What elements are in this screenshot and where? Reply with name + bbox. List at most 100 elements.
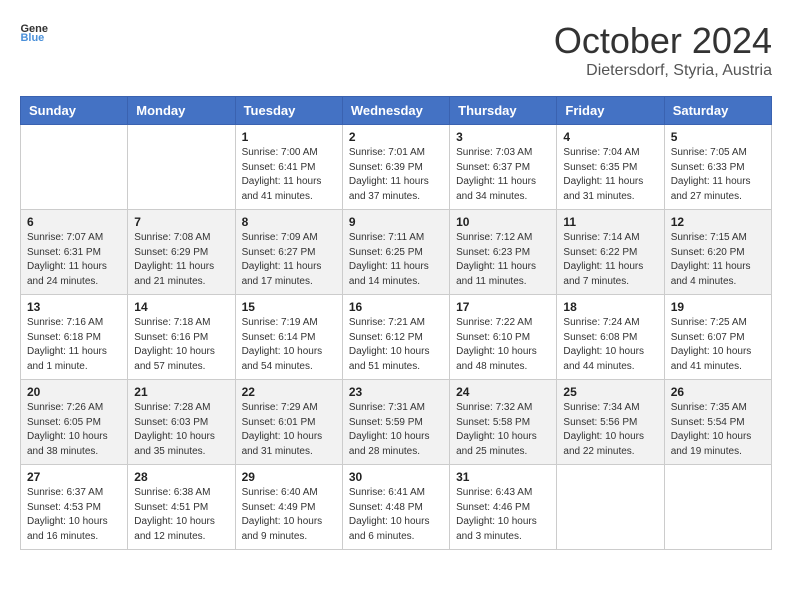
week-row-4: 20 Sunrise: 7:26 AM Sunset: 6:05 PM Dayli… [21, 380, 772, 465]
logo: General Blue [20, 20, 48, 42]
calendar-cell: 25Sunrise: 7:34 AM Sunset: 5:56 PM Dayli… [557, 380, 664, 465]
calendar-cell: 2 Sunrise: 7:01 AM Sunset: 6:39 PM Daylig… [342, 125, 449, 210]
day-info: Sunrise: 7:11 AM Sunset: 6:25 PM Dayligh… [349, 231, 443, 289]
week-row-3: 13 Sunrise: 7:16 AM Sunset: 6:18 PM Dayli… [21, 295, 772, 380]
day-number: 10 [456, 215, 550, 229]
calendar-cell: 15Sunrise: 7:19 AM Sunset: 6:14 PM Dayli… [235, 295, 342, 380]
calendar-cell [557, 465, 664, 550]
weekday-header-tuesday: Tuesday [235, 97, 342, 125]
day-number: 31 [456, 470, 550, 484]
day-info: Sunrise: 7:16 AM Sunset: 6:18 PM Dayligh… [27, 316, 121, 374]
day-number: 24 [456, 385, 550, 399]
day-info: Sunrise: 7:28 AM Sunset: 6:03 PM Dayligh… [134, 401, 228, 459]
calendar-cell: 21 Sunrise: 7:28 AM Sunset: 6:03 PM Dayli… [128, 380, 235, 465]
weekday-header-sunday: Sunday [21, 97, 128, 125]
day-number: 8 [242, 215, 336, 229]
day-info: Sunrise: 7:14 AM Sunset: 6:22 PM Dayligh… [563, 231, 657, 289]
calendar-cell: 19Sunrise: 7:25 AM Sunset: 6:07 PM Dayli… [664, 295, 771, 380]
day-info: Sunrise: 7:09 AM Sunset: 6:27 PM Dayligh… [242, 231, 336, 289]
calendar-cell: 20 Sunrise: 7:26 AM Sunset: 6:05 PM Dayli… [21, 380, 128, 465]
day-number: 14 [134, 300, 228, 314]
calendar-cell: 14Sunrise: 7:18 AM Sunset: 6:16 PM Dayli… [128, 295, 235, 380]
day-number: 7 [134, 215, 228, 229]
calendar-cell: 8 Sunrise: 7:09 AM Sunset: 6:27 PM Daylig… [235, 210, 342, 295]
calendar-cell [664, 465, 771, 550]
calendar-cell: 17 Sunrise: 7:22 AM Sunset: 6:10 PM Dayli… [450, 295, 557, 380]
week-row-5: 27Sunrise: 6:37 AM Sunset: 4:53 PM Dayli… [21, 465, 772, 550]
calendar-cell: 6 Sunrise: 7:07 AM Sunset: 6:31 PM Daylig… [21, 210, 128, 295]
day-info: Sunrise: 7:08 AM Sunset: 6:29 PM Dayligh… [134, 231, 228, 289]
weekday-header-wednesday: Wednesday [342, 97, 449, 125]
day-number: 20 [27, 385, 121, 399]
week-row-1: 1 Sunrise: 7:00 AM Sunset: 6:41 PM Daylig… [21, 125, 772, 210]
day-number: 5 [671, 130, 765, 144]
day-info: Sunrise: 7:00 AM Sunset: 6:41 PM Dayligh… [242, 146, 336, 204]
calendar-cell: 27Sunrise: 6:37 AM Sunset: 4:53 PM Dayli… [21, 465, 128, 550]
month-title: October 2024 [554, 20, 772, 62]
weekday-header-saturday: Saturday [664, 97, 771, 125]
calendar-cell [128, 125, 235, 210]
day-number: 18 [563, 300, 657, 314]
day-info: Sunrise: 7:19 AM Sunset: 6:14 PM Dayligh… [242, 316, 336, 374]
day-info: Sunrise: 7:12 AM Sunset: 6:23 PM Dayligh… [456, 231, 550, 289]
day-number: 30 [349, 470, 443, 484]
day-info: Sunrise: 7:26 AM Sunset: 6:05 PM Dayligh… [27, 401, 121, 459]
calendar-cell: 1 Sunrise: 7:00 AM Sunset: 6:41 PM Daylig… [235, 125, 342, 210]
day-info: Sunrise: 6:43 AM Sunset: 4:46 PM Dayligh… [456, 486, 550, 544]
day-info: Sunrise: 7:35 AM Sunset: 5:54 PM Dayligh… [671, 401, 765, 459]
weekday-header-monday: Monday [128, 97, 235, 125]
day-number: 1 [242, 130, 336, 144]
calendar-cell: 13 Sunrise: 7:16 AM Sunset: 6:18 PM Dayli… [21, 295, 128, 380]
weekday-header-friday: Friday [557, 97, 664, 125]
day-info: Sunrise: 7:15 AM Sunset: 6:20 PM Dayligh… [671, 231, 765, 289]
day-number: 16 [349, 300, 443, 314]
calendar-cell: 22Sunrise: 7:29 AM Sunset: 6:01 PM Dayli… [235, 380, 342, 465]
day-info: Sunrise: 7:29 AM Sunset: 6:01 PM Dayligh… [242, 401, 336, 459]
day-info: Sunrise: 7:07 AM Sunset: 6:31 PM Dayligh… [27, 231, 121, 289]
day-number: 3 [456, 130, 550, 144]
calendar-cell: 23 Sunrise: 7:31 AM Sunset: 5:59 PM Dayli… [342, 380, 449, 465]
day-number: 26 [671, 385, 765, 399]
day-info: Sunrise: 7:21 AM Sunset: 6:12 PM Dayligh… [349, 316, 443, 374]
day-number: 17 [456, 300, 550, 314]
day-info: Sunrise: 7:31 AM Sunset: 5:59 PM Dayligh… [349, 401, 443, 459]
calendar-cell: 4Sunrise: 7:04 AM Sunset: 6:35 PM Daylig… [557, 125, 664, 210]
day-number: 21 [134, 385, 228, 399]
day-info: Sunrise: 7:05 AM Sunset: 6:33 PM Dayligh… [671, 146, 765, 204]
day-number: 28 [134, 470, 228, 484]
calendar-cell: 3 Sunrise: 7:03 AM Sunset: 6:37 PM Daylig… [450, 125, 557, 210]
calendar-cell [21, 125, 128, 210]
calendar-cell: 26 Sunrise: 7:35 AM Sunset: 5:54 PM Dayli… [664, 380, 771, 465]
day-info: Sunrise: 7:01 AM Sunset: 6:39 PM Dayligh… [349, 146, 443, 204]
calendar-cell: 7 Sunrise: 7:08 AM Sunset: 6:29 PM Daylig… [128, 210, 235, 295]
calendar-cell: 5 Sunrise: 7:05 AM Sunset: 6:33 PM Daylig… [664, 125, 771, 210]
calendar-cell: 24Sunrise: 7:32 AM Sunset: 5:58 PM Dayli… [450, 380, 557, 465]
day-number: 6 [27, 215, 121, 229]
calendar-table: SundayMondayTuesdayWednesdayThursdayFrid… [20, 96, 772, 550]
page-header: General Blue October 2024 Dietersdorf, S… [20, 20, 772, 80]
day-number: 27 [27, 470, 121, 484]
day-number: 2 [349, 130, 443, 144]
day-info: Sunrise: 7:03 AM Sunset: 6:37 PM Dayligh… [456, 146, 550, 204]
calendar-cell: 11 Sunrise: 7:14 AM Sunset: 6:22 PM Dayli… [557, 210, 664, 295]
day-number: 13 [27, 300, 121, 314]
logo-icon: General Blue [20, 20, 48, 42]
day-info: Sunrise: 6:40 AM Sunset: 4:49 PM Dayligh… [242, 486, 336, 544]
calendar-cell: 10 Sunrise: 7:12 AM Sunset: 6:23 PM Dayli… [450, 210, 557, 295]
title-block: October 2024 Dietersdorf, Styria, Austri… [554, 20, 772, 80]
day-number: 11 [563, 215, 657, 229]
day-number: 25 [563, 385, 657, 399]
day-info: Sunrise: 7:24 AM Sunset: 6:08 PM Dayligh… [563, 316, 657, 374]
day-number: 29 [242, 470, 336, 484]
day-number: 23 [349, 385, 443, 399]
day-info: Sunrise: 7:22 AM Sunset: 6:10 PM Dayligh… [456, 316, 550, 374]
location-subtitle: Dietersdorf, Styria, Austria [554, 62, 772, 80]
day-number: 9 [349, 215, 443, 229]
calendar-cell: 31 Sunrise: 6:43 AM Sunset: 4:46 PM Dayli… [450, 465, 557, 550]
calendar-cell: 12Sunrise: 7:15 AM Sunset: 6:20 PM Dayli… [664, 210, 771, 295]
day-info: Sunrise: 7:25 AM Sunset: 6:07 PM Dayligh… [671, 316, 765, 374]
calendar-cell: 16 Sunrise: 7:21 AM Sunset: 6:12 PM Dayli… [342, 295, 449, 380]
svg-text:Blue: Blue [20, 32, 44, 42]
day-info: Sunrise: 7:04 AM Sunset: 6:35 PM Dayligh… [563, 146, 657, 204]
day-info: Sunrise: 6:41 AM Sunset: 4:48 PM Dayligh… [349, 486, 443, 544]
